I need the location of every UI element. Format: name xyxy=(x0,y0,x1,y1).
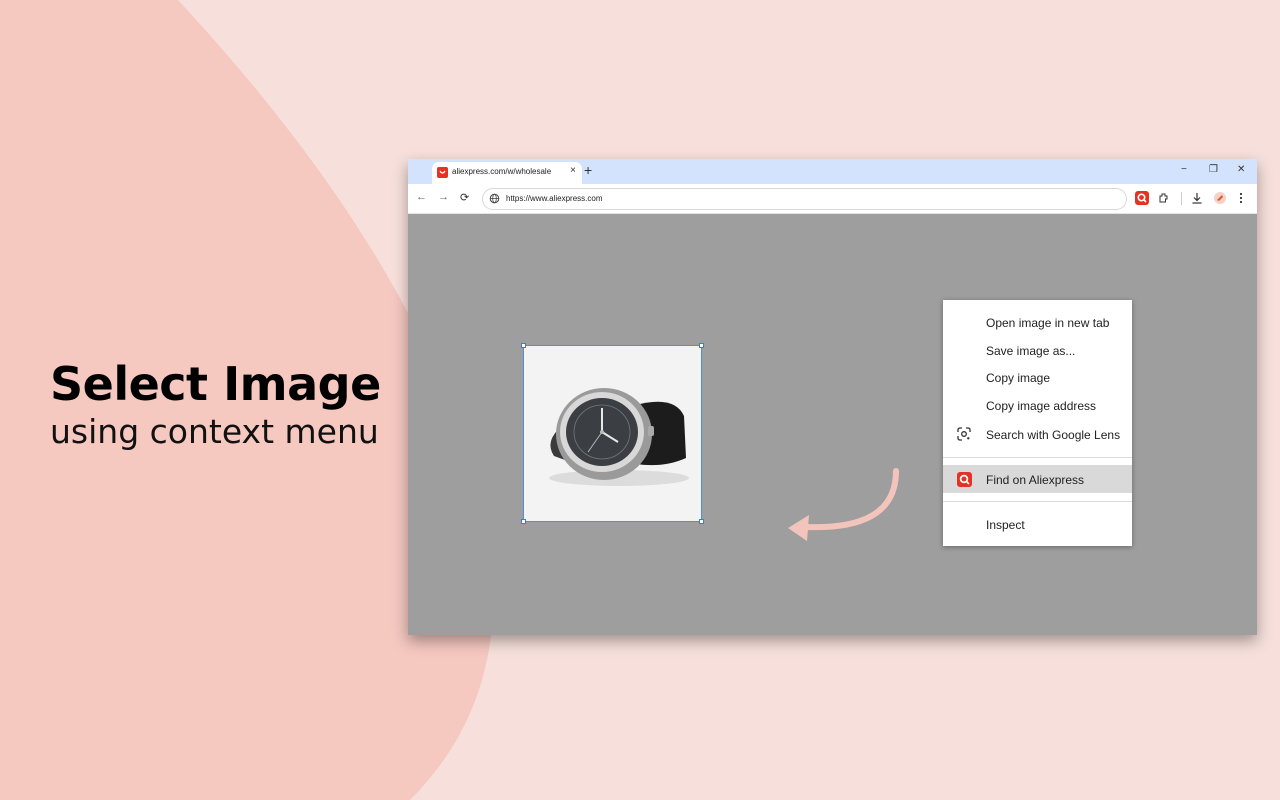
site-info-icon[interactable] xyxy=(489,193,500,204)
menu-item-search-google-lens[interactable]: Search with Google Lens xyxy=(943,420,1132,448)
menu-item-inspect[interactable]: Inspect xyxy=(943,510,1132,538)
toolbar-separator xyxy=(1181,192,1182,205)
aliexpress-favicon-icon xyxy=(437,167,448,178)
restore-button[interactable]: ❐ xyxy=(1209,164,1218,175)
address-bar[interactable]: https://www.aliexpress.com xyxy=(482,188,1127,210)
menu-separator xyxy=(943,457,1132,458)
forward-button[interactable]: → xyxy=(438,191,449,203)
headline: Select Image using context menu xyxy=(50,356,381,452)
menu-item-copy-image[interactable]: Copy image xyxy=(943,363,1132,391)
reload-button[interactable]: ⟳ xyxy=(460,191,469,204)
aliexpress-extension-icon[interactable] xyxy=(1135,191,1149,205)
resize-handle[interactable] xyxy=(699,343,704,348)
menu-item-copy-image-address[interactable]: Copy image address xyxy=(943,391,1132,419)
close-window-button[interactable]: ✕ xyxy=(1237,164,1245,175)
curved-arrow-icon xyxy=(788,468,899,541)
menu-item-save-image-as[interactable]: Save image as... xyxy=(943,336,1132,364)
profile-icon[interactable] xyxy=(1213,191,1227,205)
title-bar: aliexpress.com/w/wholesale × + − ❐ ✕ xyxy=(408,159,1257,184)
selected-watch-image[interactable] xyxy=(521,343,704,524)
aliexpress-search-icon xyxy=(957,472,972,487)
resize-handle[interactable] xyxy=(521,343,526,348)
browser-window: aliexpress.com/w/wholesale × + − ❐ ✕ ← →… xyxy=(408,159,1257,635)
menu-item-open-image-new-tab[interactable]: Open image in new tab xyxy=(943,308,1132,336)
more-menu-icon[interactable] xyxy=(1239,192,1243,204)
resize-handle[interactable] xyxy=(521,519,526,524)
minimize-button[interactable]: − xyxy=(1181,164,1187,175)
context-menu: Open image in new tab Save image as... C… xyxy=(943,300,1132,546)
back-button[interactable]: ← xyxy=(416,191,427,203)
browser-tab[interactable]: aliexpress.com/w/wholesale × xyxy=(432,162,582,184)
watch-picture xyxy=(524,346,701,521)
resize-handle[interactable] xyxy=(699,519,704,524)
new-tab-button[interactable]: + xyxy=(584,162,592,178)
browser-toolbar: ← → ⟳ https://www.aliexpress.com xyxy=(408,184,1257,214)
menu-separator xyxy=(943,501,1132,502)
headline-title: Select Image xyxy=(50,357,381,411)
google-lens-icon xyxy=(957,427,971,441)
headline-subtitle: using context menu xyxy=(50,412,379,451)
menu-item-find-on-aliexpress[interactable]: Find on Aliexpress xyxy=(943,465,1132,493)
tab-close-icon[interactable]: × xyxy=(570,165,576,176)
extensions-icon[interactable] xyxy=(1158,192,1170,204)
download-icon[interactable] xyxy=(1191,192,1203,204)
url-text: https://www.aliexpress.com xyxy=(506,194,603,203)
tab-title: aliexpress.com/w/wholesale xyxy=(452,167,552,176)
